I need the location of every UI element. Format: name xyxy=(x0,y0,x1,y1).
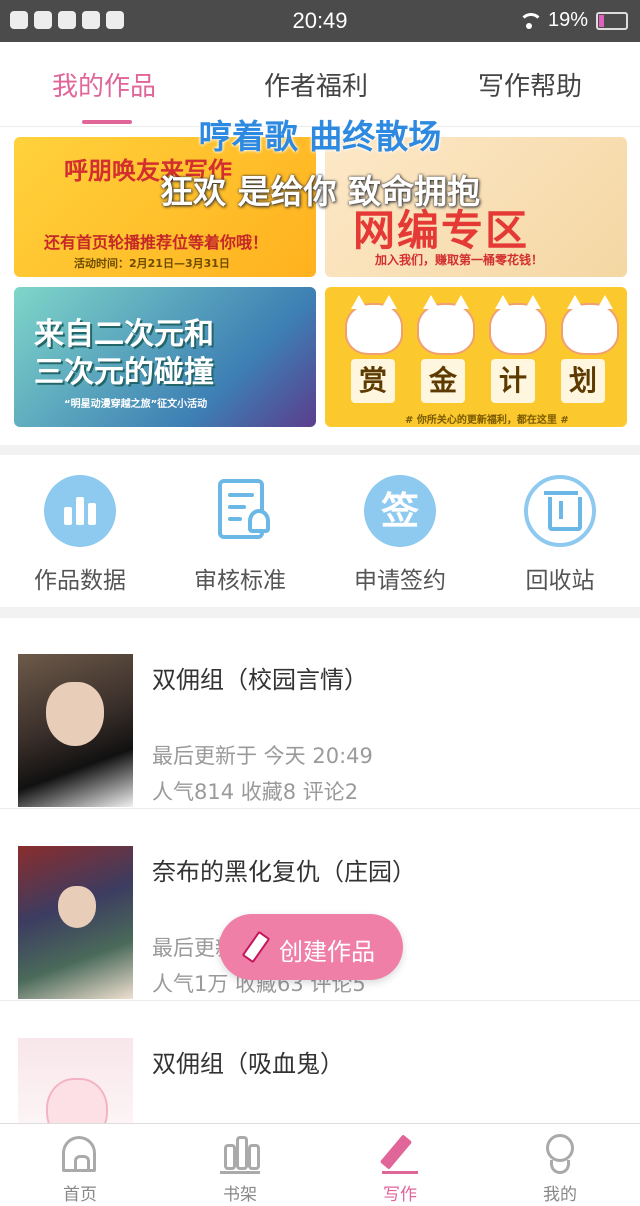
banner-subtitle: “明星动漫穿越之旅”征文小活动 xyxy=(64,399,208,410)
banner-grid: 呼朋唤友来写作 还有首页轮播推荐位等着你哦！ 活动时间：2月21日—3月31日 … xyxy=(0,127,640,445)
pen-icon xyxy=(379,1134,420,1174)
work-title: 双佣组（吸血鬼） xyxy=(152,1050,344,1078)
banner-anime-contest[interactable]: 来自二次元和 三次元的碰撞 “明星动漫穿越之旅”征文小活动 xyxy=(14,287,316,427)
tab-writing-help[interactable]: 写作帮助 xyxy=(478,66,582,103)
banner-bounty-plan[interactable]: 赏 金 计 划 # 你所关心的更新福利，都在这里 # xyxy=(325,287,627,427)
nav-label: 首页 xyxy=(63,1185,97,1205)
work-title: 双佣组（校园言情） xyxy=(152,666,368,694)
banner-title-line2: 三次元的碰撞 xyxy=(34,355,214,390)
wifi-icon xyxy=(518,12,543,29)
work-cover xyxy=(18,1038,133,1123)
cat-illustrations xyxy=(345,295,619,355)
banner-subtitle: # 你所关心的更新福利，都在这里 # xyxy=(405,415,569,426)
active-tab-indicator xyxy=(82,120,132,124)
review-document-icon xyxy=(204,475,276,547)
status-bar: 20:49 19% xyxy=(0,0,640,42)
cat-icon xyxy=(345,295,403,355)
pencil-icon xyxy=(241,932,267,962)
profile-icon xyxy=(540,1134,580,1174)
status-right: 19% xyxy=(518,9,628,32)
work-cover xyxy=(18,846,133,999)
banner-invite-friends[interactable]: 呼朋唤友来写作 还有首页轮播推荐位等着你哦！ 活动时间：2月21日—3月31日 xyxy=(14,137,316,277)
quick-actions: 作品数据 审核标准 签 申请签约 回收站 xyxy=(0,455,640,607)
banner-subtitle: 还有首页轮播推荐位等着你哦！ xyxy=(44,233,269,252)
bottom-nav: 首页 书架 写作 我的 xyxy=(0,1123,640,1206)
trash-icon xyxy=(524,475,596,547)
quick-action-sign-contract[interactable]: 签 申请签约 xyxy=(320,475,480,595)
banner-title: 网编专区 xyxy=(353,206,530,255)
nav-home[interactable]: 首页 xyxy=(0,1134,160,1205)
nav-profile[interactable]: 我的 xyxy=(480,1134,640,1205)
nav-bookshelf[interactable]: 书架 xyxy=(160,1134,320,1205)
banner-char: 划 xyxy=(561,359,605,403)
cat-icon xyxy=(561,295,619,355)
quick-action-label: 作品数据 xyxy=(34,568,126,594)
nav-label: 我的 xyxy=(543,1185,577,1205)
create-work-button[interactable]: 创建作品 xyxy=(219,914,403,980)
tab-my-works[interactable]: 我的作品 xyxy=(52,66,156,103)
banner-date: 活动时间：2月21日—3月31日 xyxy=(74,257,230,270)
work-stats: 人气814 收藏8 评论2 xyxy=(152,780,359,804)
sign-contract-icon: 签 xyxy=(364,475,436,547)
banner-subtitle: 加入我们，赚取第一桶零花钱！ xyxy=(375,253,544,267)
cat-icon xyxy=(417,295,475,355)
top-tabs: 我的作品 作者福利 写作帮助 xyxy=(0,42,640,127)
battery-icon xyxy=(596,11,628,30)
quick-action-recycle-bin[interactable]: 回收站 xyxy=(480,475,640,595)
work-title: 奈布的黑化复仇（庄园） xyxy=(152,858,416,886)
quick-action-work-data[interactable]: 作品数据 xyxy=(0,475,160,595)
quick-action-label: 申请签约 xyxy=(354,568,446,594)
work-item[interactable]: 双佣组（校园言情） 最后更新于 今天 20:49 人气814 收藏8 评论2 xyxy=(0,618,640,809)
nav-write[interactable]: 写作 xyxy=(320,1134,480,1205)
works-list: 双佣组（校园言情） 最后更新于 今天 20:49 人气814 收藏8 评论2 奈… xyxy=(0,618,640,1123)
quick-action-review-standard[interactable]: 审核标准 xyxy=(160,475,320,595)
battery-percent: 19% xyxy=(547,9,588,31)
work-cover xyxy=(18,654,133,807)
cat-icon xyxy=(489,295,547,355)
nav-label: 书架 xyxy=(223,1185,257,1205)
quick-action-label: 审核标准 xyxy=(194,568,286,594)
banner-char: 金 xyxy=(421,359,465,403)
banner-char: 赏 xyxy=(351,359,395,403)
banner-title: 赏 金 计 划 xyxy=(351,359,605,403)
tab-author-benefits[interactable]: 作者福利 xyxy=(264,66,368,103)
home-icon xyxy=(60,1134,100,1174)
battery-level xyxy=(599,14,605,27)
work-updated: 最后更新于 今天 20:49 xyxy=(152,744,373,768)
work-item[interactable]: 双佣组（吸血鬼） xyxy=(0,1002,640,1123)
nav-label: 写作 xyxy=(383,1185,417,1205)
quick-action-label: 回收站 xyxy=(525,568,595,594)
bookshelf-icon xyxy=(220,1134,260,1174)
banner-char: 计 xyxy=(491,359,535,403)
banner-editor-zone[interactable]: 网编专区 加入我们，赚取第一桶零花钱！ xyxy=(325,137,627,277)
create-work-label: 创建作品 xyxy=(279,938,375,966)
banner-title: 呼朋唤友来写作 xyxy=(64,157,232,185)
bar-chart-icon xyxy=(44,475,116,547)
